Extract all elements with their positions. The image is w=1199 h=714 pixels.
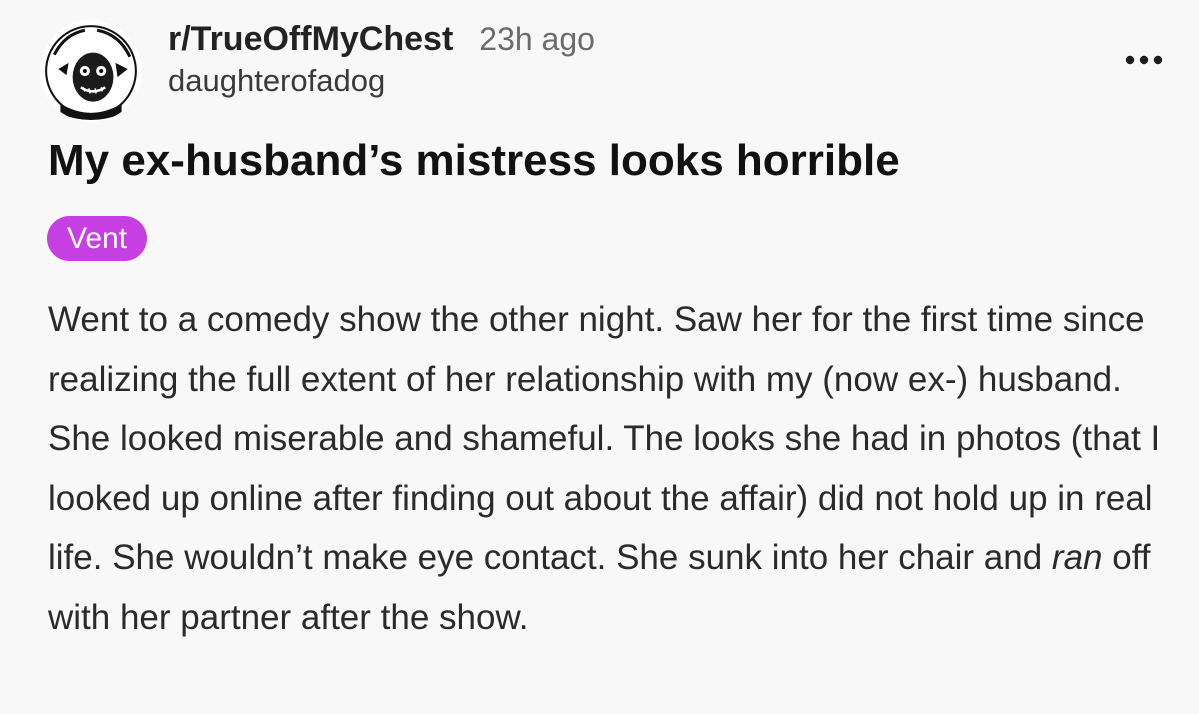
post-body-text: Went to a comedy show the other night. S… (48, 300, 1161, 577)
post-flair-badge[interactable]: Vent (47, 216, 148, 261)
subreddit-avatar-icon[interactable] (40, 20, 142, 122)
post-meta-line: r/TrueOffMyChest 23h ago (168, 20, 595, 59)
post-header: r/TrueOffMyChest 23h ago daughterofadog (40, 12, 1170, 122)
author-username[interactable]: daughterofadog (168, 63, 595, 99)
post-body-emphasis: ran (1051, 538, 1103, 577)
subreddit-link[interactable]: r/TrueOffMyChest (168, 20, 453, 59)
more-options-icon[interactable] (1122, 48, 1166, 72)
post-body: Went to a comedy show the other night. S… (48, 290, 1168, 647)
post-timestamp: 23h ago (479, 21, 595, 57)
post-title[interactable]: My ex-husband’s mistress looks horrible (48, 136, 900, 186)
post-meta: r/TrueOffMyChest 23h ago daughterofadog (168, 20, 595, 99)
